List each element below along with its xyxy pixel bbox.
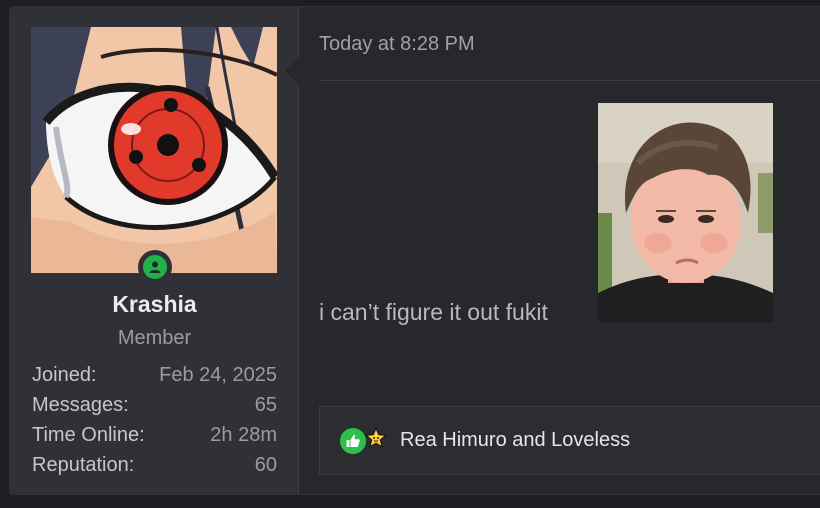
online-status-badge [138,250,172,284]
stat-label: Time Online: [32,424,145,446]
reactions-bar[interactable]: Rea Himuro and Loveless [319,406,820,475]
stat-label: Reputation: [32,454,135,476]
header-divider [319,80,820,81]
stat-label: Messages: [32,394,129,416]
stat-value[interactable]: 65 [255,390,277,420]
reaction-icons [340,426,388,455]
star-icon [364,426,388,455]
user-title: Member [117,327,192,349]
avatar[interactable] [31,27,277,273]
username[interactable]: Krashia [10,291,299,318]
user-icon [149,261,161,273]
attached-image[interactable] [598,103,773,322]
stat-label: Joined: [32,364,97,386]
reaction-users[interactable]: Rea Himuro and Loveless [400,429,630,452]
stat-messages: Messages: 65 [32,390,277,420]
stat-joined: Joined: Feb 24, 2025 [32,360,277,390]
thumbs-up-icon [340,427,366,454]
message-post: Krashia Member Joined: Feb 24, 2025 Mess… [9,6,820,495]
user-info-panel: Krashia Member Joined: Feb 24, 2025 Mess… [10,7,299,494]
message-text: i can’t figure it out fukit [319,299,548,325]
user-stats: Joined: Feb 24, 2025 Messages: 65 Time O… [32,360,277,480]
speech-arrow [283,55,299,87]
stat-reputation: Reputation: 60 [32,450,277,480]
stat-value: 2h 28m [210,424,277,446]
stat-value: Feb 24, 2025 [159,364,277,386]
stat-time-online: Time Online: 2h 28m [32,420,277,450]
stat-value: 60 [254,454,277,476]
post-timestamp[interactable]: Today at 8:28 PM [319,33,475,56]
